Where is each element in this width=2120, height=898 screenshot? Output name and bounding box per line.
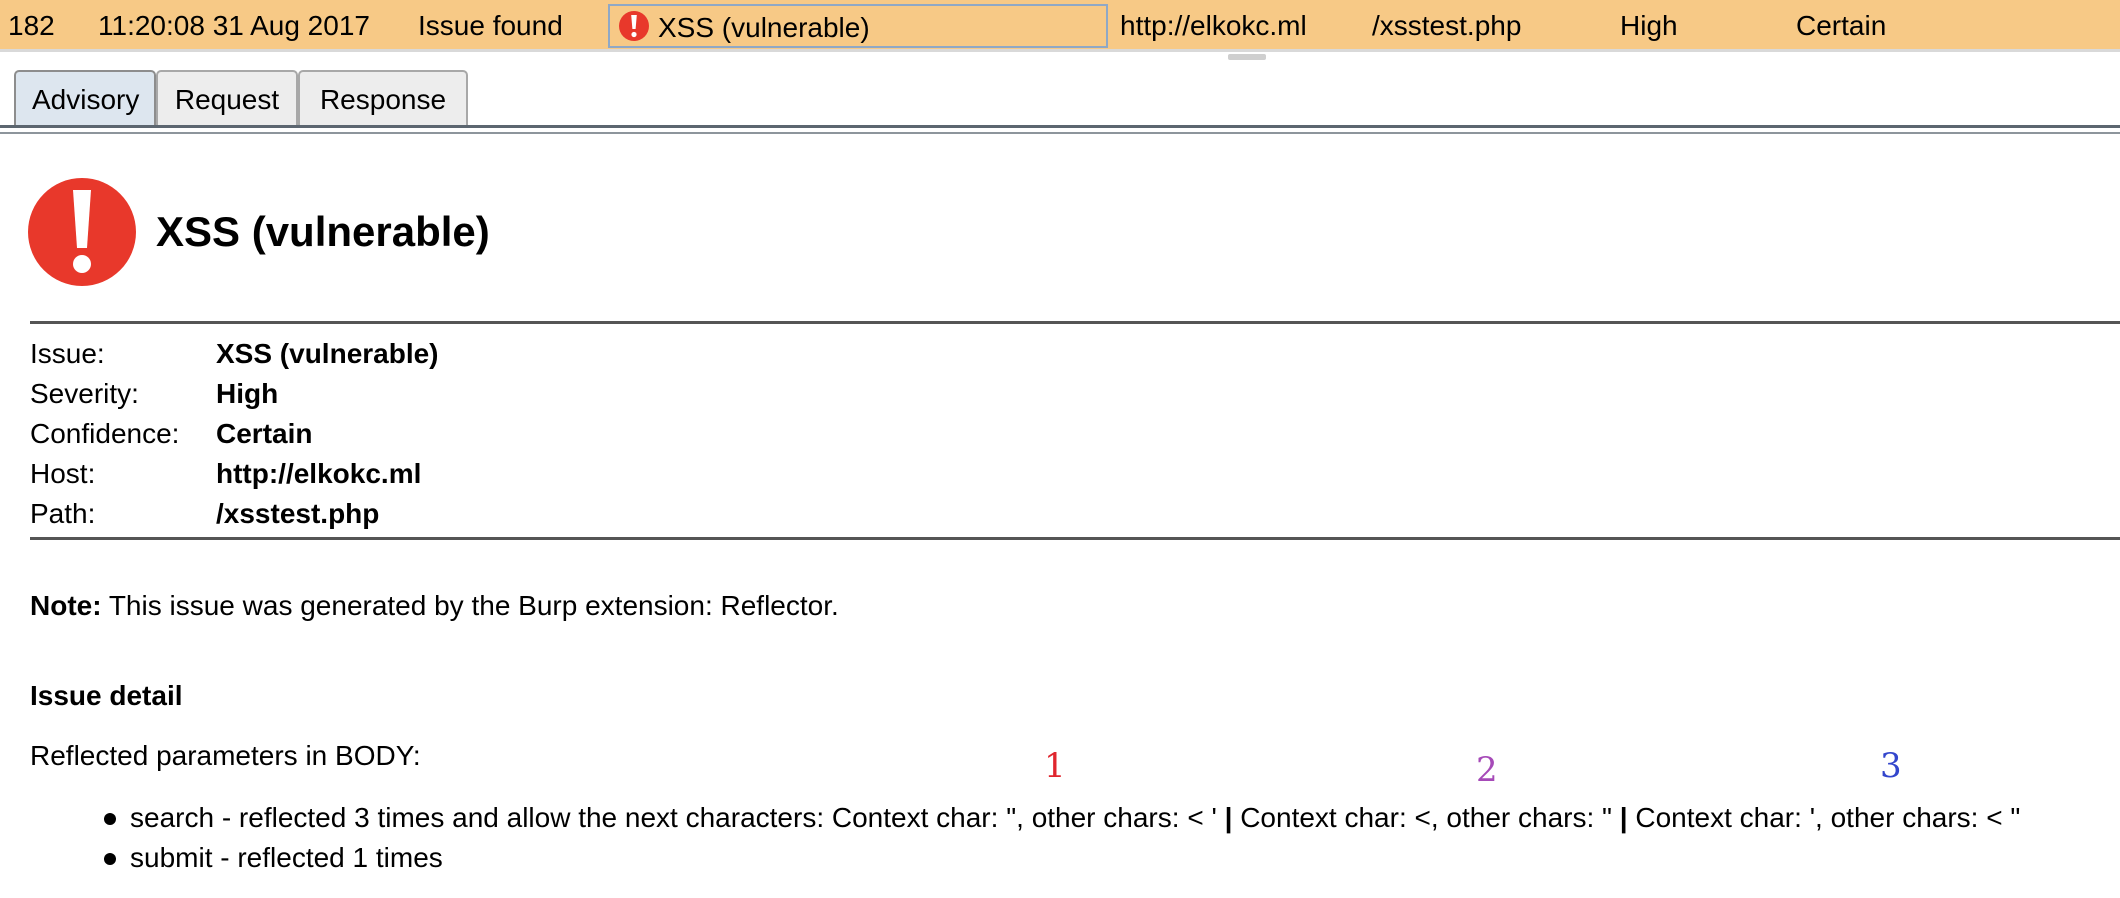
parameter-submit-text: submit - reflected 1 times — [130, 842, 443, 873]
detail-label: Confidence: — [30, 418, 180, 449]
issue-detail-heading: Issue detail — [30, 680, 183, 711]
parameter-search-context-3: Context char: ', other chars: < " — [1635, 802, 2021, 833]
reflected-parameter-list: search - reflected 3 times and allow the… — [102, 798, 2020, 878]
issue-time: 11:20:08 31 Aug 2017 — [98, 10, 370, 41]
separator: | — [1619, 802, 1628, 833]
annotation-marker-1: 1 — [1044, 746, 1066, 786]
parameter-search-context-2: Context char: <, other chars: " — [1240, 802, 1612, 833]
detail-label: Severity: — [30, 378, 139, 409]
issue-confidence: Certain — [1796, 10, 1887, 41]
tab-advisory[interactable]: Advisory — [14, 70, 156, 126]
issue-name-cell[interactable]: XSS (vulnerable) — [608, 4, 1108, 48]
tab-divider — [0, 125, 2120, 128]
detail-tabbar: Advisory Request Response — [0, 52, 2120, 142]
issue-name: XSS (vulnerable) — [658, 12, 870, 43]
issue-severity: High — [1620, 10, 1678, 41]
bullet-icon — [104, 813, 116, 825]
detail-label: Host: — [30, 458, 96, 489]
issue-tool: Issue found — [418, 10, 563, 41]
list-item-submit: submit - reflected 1 times — [102, 838, 2020, 878]
detail-value: XSS (vulnerable) — [216, 338, 439, 369]
issue-path: /xsstest.php — [1372, 10, 1522, 41]
note-label: Note: — [30, 590, 102, 621]
parameter-search-text: search - reflected 3 times and allow the… — [130, 802, 1217, 833]
divider — [30, 321, 2120, 324]
note-text: This issue was generated by the Burp ext… — [108, 590, 839, 621]
advisory-note: Note: This issue was generated by the Bu… — [30, 590, 839, 622]
tab-response[interactable]: Response — [298, 70, 468, 126]
selected-issue-row[interactable]: 182 11:20:08 31 Aug 2017 Issue found XSS… — [0, 0, 2120, 52]
annotation-marker-3: 3 — [1880, 746, 1902, 786]
alert-icon — [28, 178, 136, 286]
annotation-marker-2: 2 — [1476, 750, 1498, 790]
list-item-search: search - reflected 3 times and allow the… — [102, 798, 2020, 838]
alert-icon — [619, 11, 649, 41]
detail-value: http://elkokc.ml — [216, 458, 422, 489]
detail-value: Certain — [216, 418, 313, 449]
issue-host: http://elkokc.ml — [1120, 10, 1307, 41]
reflected-params-intro: Reflected parameters in BODY: — [30, 740, 421, 771]
divider — [30, 537, 2120, 540]
detail-value: High — [216, 378, 279, 409]
advisory-title: XSS (vulnerable) — [156, 208, 490, 255]
detail-label: Issue: — [30, 338, 105, 369]
detail-label: Path: — [30, 498, 96, 529]
tab-request[interactable]: Request — [156, 70, 298, 126]
separator: | — [1224, 802, 1233, 833]
detail-value: /xsstest.php — [216, 498, 380, 529]
bullet-icon — [104, 853, 116, 865]
tab-divider-secondary — [0, 132, 2120, 134]
issue-id: 182 — [8, 10, 55, 41]
